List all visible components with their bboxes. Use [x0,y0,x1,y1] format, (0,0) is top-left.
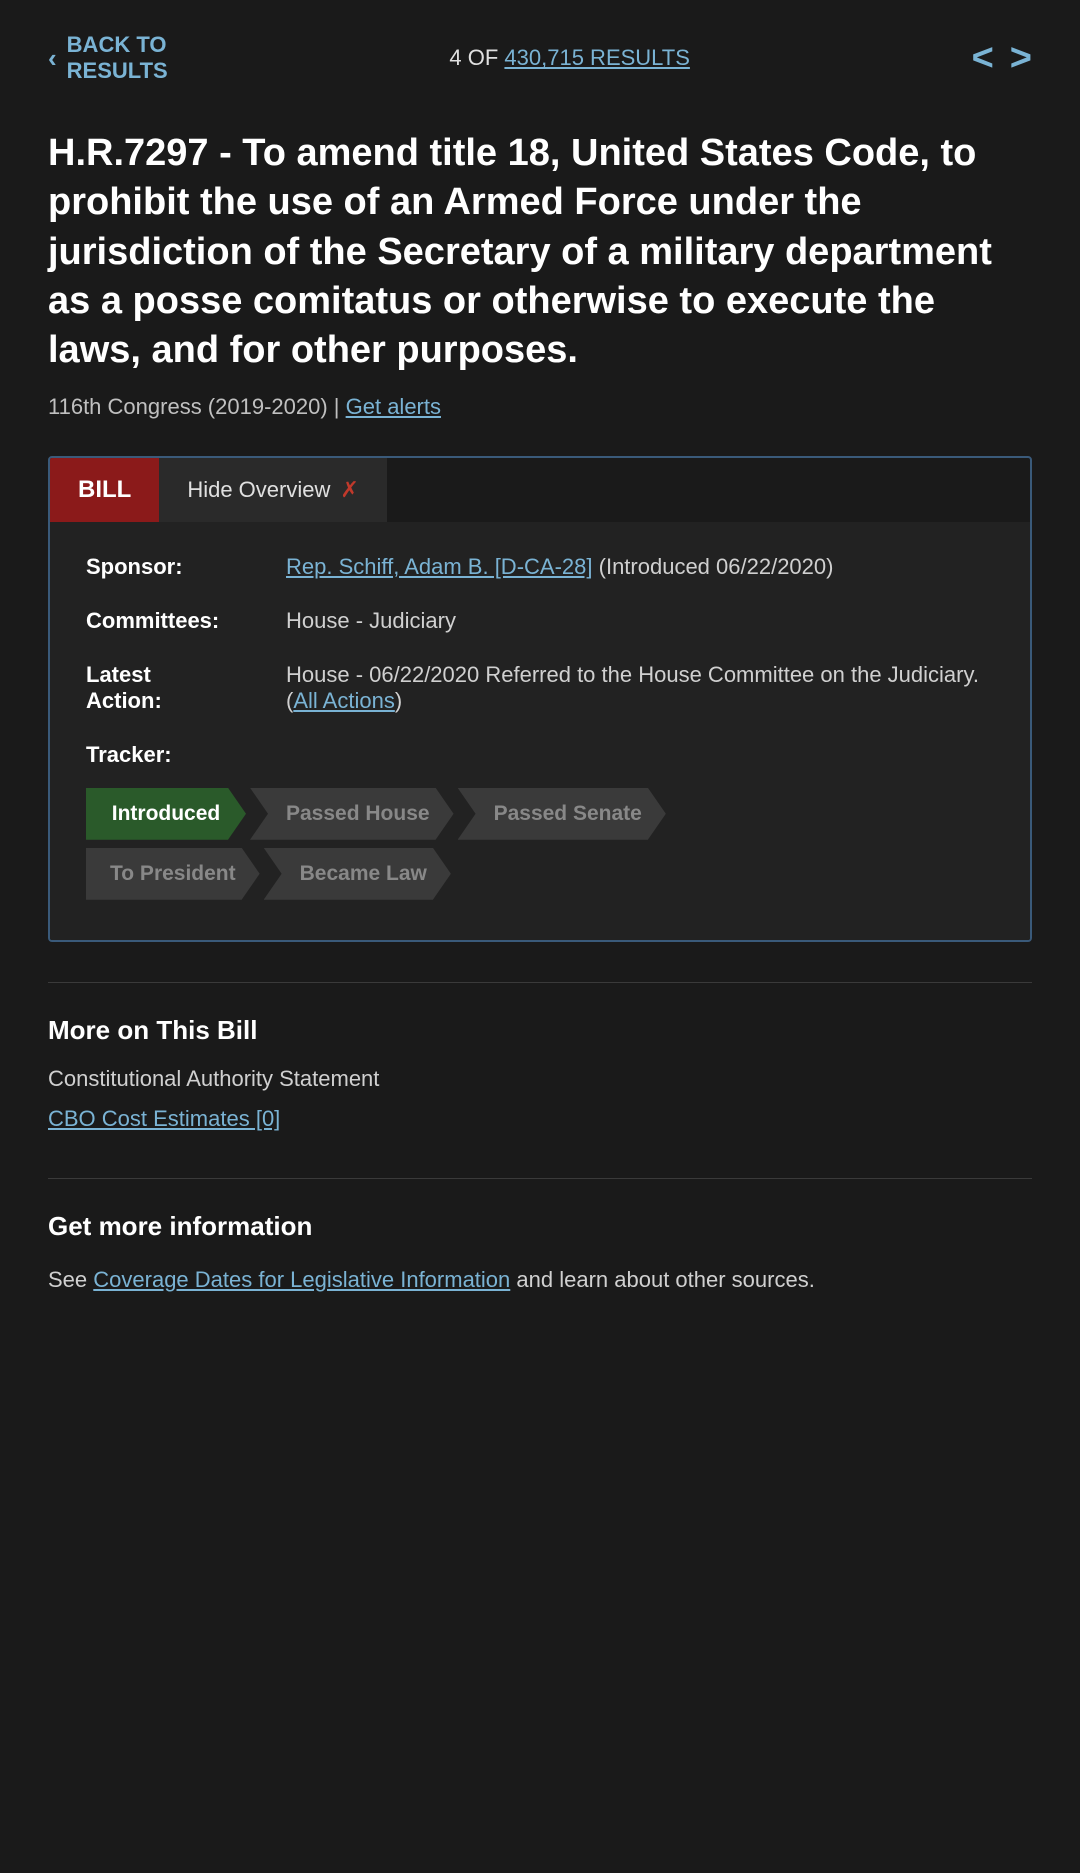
latest-action-row: LatestAction: House - 06/22/2020 Referre… [86,662,994,714]
latest-action-label: LatestAction: [86,662,286,714]
cbo-link[interactable]: CBO Cost Estimates [0] [48,1106,280,1131]
sponsor-value: Rep. Schiff, Adam B. [D-CA-28] (Introduc… [286,554,994,580]
bill-details: Sponsor: Rep. Schiff, Adam B. [D-CA-28] … [50,522,1030,940]
tracker-steps: Introduced Passed House Passed Senate To… [86,788,994,900]
committees-value: House - Judiciary [286,608,994,634]
more-section: More on This Bill Constitutional Authori… [0,1015,1080,1178]
result-count: 4 OF 430,715 RESULTS [449,45,690,71]
close-icon: ✗ [340,477,358,503]
congress-info: 116th Congress (2019-2020) | Get alerts [48,394,1032,420]
bill-overview-container: BILL Hide Overview ✗ Sponsor: Rep. Schif… [48,456,1032,942]
latest-action-text: House - 06/22/2020 Referred to the House… [286,662,979,687]
committees-row: Committees: House - Judiciary [86,608,994,634]
top-navigation: ‹ BACK TORESULTS 4 OF 430,715 RESULTS < … [0,0,1080,109]
all-actions-paren-close: ) [395,688,402,713]
result-count-link[interactable]: 430,715 RESULTS [504,45,689,70]
all-actions-link[interactable]: All Actions [293,688,395,713]
bill-tab[interactable]: BILL [50,458,159,522]
get-info-see: See [48,1267,87,1292]
divider-pipe: | [334,394,346,419]
tracker-label: Tracker: [86,742,994,768]
tracker-row-1: Introduced Passed House Passed Senate [86,788,994,840]
bill-title: H.R.7297 - To amend title 18, United Sta… [48,129,1032,376]
get-info-after: and learn about other sources. [516,1267,814,1292]
latest-action-value: House - 06/22/2020 Referred to the House… [286,662,994,714]
constitutional-authority-text: Constitutional Authority Statement [48,1066,379,1091]
divider-1 [48,982,1032,983]
nav-arrows: < > [972,37,1032,80]
tracker-step-introduced[interactable]: Introduced [86,788,246,840]
tab-bar: BILL Hide Overview ✗ [50,458,1030,522]
prev-result-button[interactable]: < [972,37,994,80]
get-alerts-link[interactable]: Get alerts [346,394,441,419]
result-position: 4 OF [449,45,498,70]
cbo-cost-estimates-link[interactable]: CBO Cost Estimates [0] [48,1106,1032,1132]
sponsor-row: Sponsor: Rep. Schiff, Adam B. [D-CA-28] … [86,554,994,580]
coverage-dates-link[interactable]: Coverage Dates for Legislative Informati… [93,1267,510,1292]
tracker-step-passed-senate[interactable]: Passed Senate [458,788,666,840]
get-info-section: Get more information See Coverage Dates … [0,1211,1080,1337]
hide-label: Hide Overview [187,477,330,503]
tracker-row-2: To President Became Law [86,848,994,900]
congress-label: 116th Congress (2019-2020) [48,394,328,419]
committees-label: Committees: [86,608,286,634]
get-info-title: Get more information [48,1211,1032,1242]
constitutional-authority-link: Constitutional Authority Statement [48,1066,1032,1092]
hide-overview-button[interactable]: Hide Overview ✗ [159,458,386,522]
more-section-title: More on This Bill [48,1015,1032,1046]
back-to-results-button[interactable]: ‹ BACK TORESULTS [48,32,168,85]
sponsor-label: Sponsor: [86,554,286,580]
next-result-button[interactable]: > [1010,37,1032,80]
tracker-section: Tracker: Introduced Passed House Passed … [86,742,994,900]
chevron-left-icon: ‹ [48,43,57,74]
sponsor-link[interactable]: Rep. Schiff, Adam B. [D-CA-28] [286,554,593,579]
get-info-text: See Coverage Dates for Legislative Infor… [48,1262,1032,1297]
divider-2 [48,1178,1032,1179]
tracker-step-to-president[interactable]: To President [86,848,260,900]
tracker-step-became-law[interactable]: Became Law [264,848,451,900]
main-content: H.R.7297 - To amend title 18, United Sta… [0,109,1080,942]
tracker-step-passed-house[interactable]: Passed House [250,788,454,840]
sponsor-intro: (Introduced 06/22/2020) [599,554,834,579]
back-label: BACK TORESULTS [67,32,168,85]
